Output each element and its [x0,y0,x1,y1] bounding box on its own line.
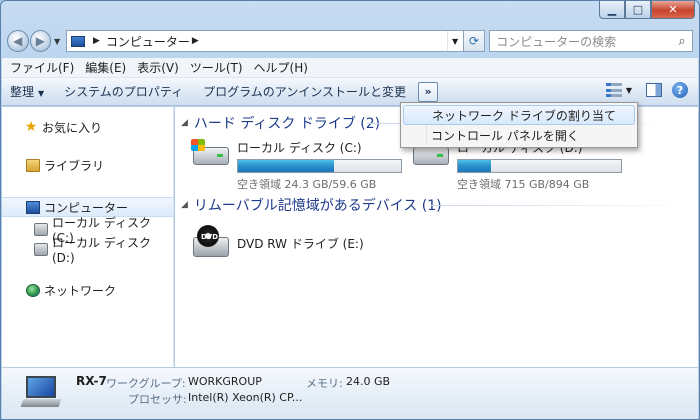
chevron-down-icon: ▼ [38,89,45,98]
close-button[interactable]: ✕ [651,1,695,19]
drive-d-free-space: 空き領域 715 GB/894 GB [457,178,590,191]
group-removable-storage[interactable]: ◢ リムーバブル記憶域があるデバイス (1) [181,195,442,215]
address-dropdown[interactable]: ▼ [446,31,463,51]
menu-item-open-control-panel[interactable]: コントロール パネルを開く [403,125,635,145]
search-placeholder: コンピューターの検索 [496,34,617,49]
nav-favorites-label: お気に入り [42,120,103,135]
view-options-dropdown[interactable]: ▼ [626,86,632,95]
nav-drive-d-label: ローカル ディスク (D:) [52,235,151,265]
details-pane: RX-7 ワークグループ: WORKGROUP メモリ: 24.0 GB プロセ… [2,367,698,419]
drive-c-usage-fill [238,160,335,172]
nav-network-label: ネットワーク [44,283,117,298]
drive-d-usage-fill [458,160,491,172]
organize-button[interactable]: 整理 ▼ [10,83,44,100]
computer-name: RX-7 [76,374,107,388]
windows-logo-icon [191,139,205,151]
computer-icon [26,200,40,214]
nav-network[interactable]: ネットワーク [2,280,173,300]
group-removable-label: リムーバブル記憶域があるデバイス (1) [193,198,442,214]
recent-pages-dropdown[interactable]: ▼ [52,37,62,46]
group-divider [431,205,695,206]
breadcrumb-computer[interactable]: コンピューター [106,33,190,50]
explorer-window: ▁ □ ✕ ◀ ▶ ▼ ▶ コンピューター ▶ ▼ ⟳ コンピューターの検索 ⌕… [0,0,700,420]
dvd-badge: DVD [201,233,219,241]
workgroup-value: WORKGROUP [188,375,262,388]
search-input[interactable]: コンピューターの検索 ⌕ [489,30,693,52]
back-button[interactable]: ◀ [7,30,29,52]
forward-button[interactable]: ▶ [29,30,52,52]
collapse-triangle-icon: ◢ [181,118,188,128]
group-hard-disk-drives[interactable]: ◢ ハード ディスク ドライブ (2) [181,113,380,133]
menu-file[interactable]: ファイル(F) [10,59,74,76]
memory-value: 24.0 GB [346,375,391,388]
nav-libraries-label: ライブラリ [44,158,105,173]
chevron-down-icon: ▼ [53,36,61,46]
hard-drive-icon [34,242,48,256]
menu-bar: ファイル(F) 編集(E) 表示(V) ツール(T) ヘルプ(H) [2,58,698,78]
forward-arrow-icon: ▶ [35,34,45,48]
group-hard-disk-label: ハード ディスク ドライブ (2) [193,116,381,132]
uninstall-program-button[interactable]: プログラムのアンインストールと変更 [203,83,406,100]
memory-label: メモリ: [306,377,343,390]
menu-edit[interactable]: 編集(E) [85,59,126,76]
hard-drive-icon [191,139,231,169]
caption-buttons: ▁ □ ✕ [599,1,695,21]
star-icon: ★ [24,118,38,135]
chevron-down-icon: ▼ [452,36,459,46]
refresh-button[interactable]: ⟳ [463,30,486,52]
workgroup-label: ワークグループ: [106,377,186,390]
drive-d-usage-bar [457,159,622,173]
more-commands-menu: ネットワーク ドライブの割り当て コントロール パネルを開く [400,102,638,148]
drive-c-usage-bar [237,159,402,173]
drive-c-tile[interactable]: ローカル ディスク (C:) 空き領域 24.3 GB/59.6 GB [191,139,402,192]
system-properties-button[interactable]: システムのプロパティ [64,83,183,100]
back-arrow-icon: ◀ [13,34,23,48]
menu-help[interactable]: ヘルプ(H) [254,59,308,76]
preview-pane-icon[interactable] [646,83,662,97]
menu-tools[interactable]: ツール(T) [190,59,243,76]
breadcrumb-arrow-icon[interactable]: ▶ [192,36,199,46]
nav-favorites[interactable]: ★ お気に入り [2,117,173,137]
menu-view[interactable]: 表示(V) [137,59,179,76]
minimize-icon: ▁ [607,3,617,16]
drive-c-name: ローカル ディスク (C:) [237,141,362,155]
laptop-computer-icon [20,376,62,412]
help-icon[interactable]: ? [672,82,688,98]
address-row: ◀ ▶ ▼ ▶ コンピューター ▶ ▼ ⟳ コンピューターの検索 ⌕ [7,28,693,54]
nav-drive-d[interactable]: ローカル ディスク (D:) [2,236,173,265]
refresh-icon: ⟳ [468,34,479,48]
search-icon[interactable]: ⌕ [672,34,692,49]
maximize-icon: □ [632,3,644,16]
breadcrumb-arrow-icon[interactable]: ▶ [93,36,100,46]
address-bar[interactable]: ▶ コンピューター ▶ ▼ [65,30,464,52]
hard-drive-icon [34,222,48,236]
more-commands-button[interactable]: » [418,81,439,102]
drive-c-free-space: 空き領域 24.3 GB/59.6 GB [237,178,377,191]
nav-libraries[interactable]: ライブラリ [2,155,173,175]
dvd-drive-name: DVD RW ドライブ (E:) [237,237,364,251]
computer-icon [70,35,85,47]
change-view-icon[interactable] [605,83,622,97]
dvd-drive-tile[interactable]: DVD DVD RW ドライブ (E:) [191,225,402,259]
network-icon [26,283,40,297]
processor-label: プロセッサ: [128,393,187,406]
dvd-drive-icon: DVD [191,225,231,259]
maximize-button[interactable]: □ [625,1,651,19]
minimize-button[interactable]: ▁ [599,1,625,19]
close-icon: ✕ [668,3,678,16]
menu-item-map-network-drive[interactable]: ネットワーク ドライブの割り当て [403,105,635,125]
navigation-pane: ★ お気に入り ライブラリ コンピューター ローカル ディスク (C:) ローカ… [2,107,174,367]
organize-label: 整理 [10,85,35,99]
library-icon [26,158,40,172]
collapse-triangle-icon: ◢ [181,200,188,210]
processor-value: Intel(R) Xeon(R) CP... [188,391,303,404]
